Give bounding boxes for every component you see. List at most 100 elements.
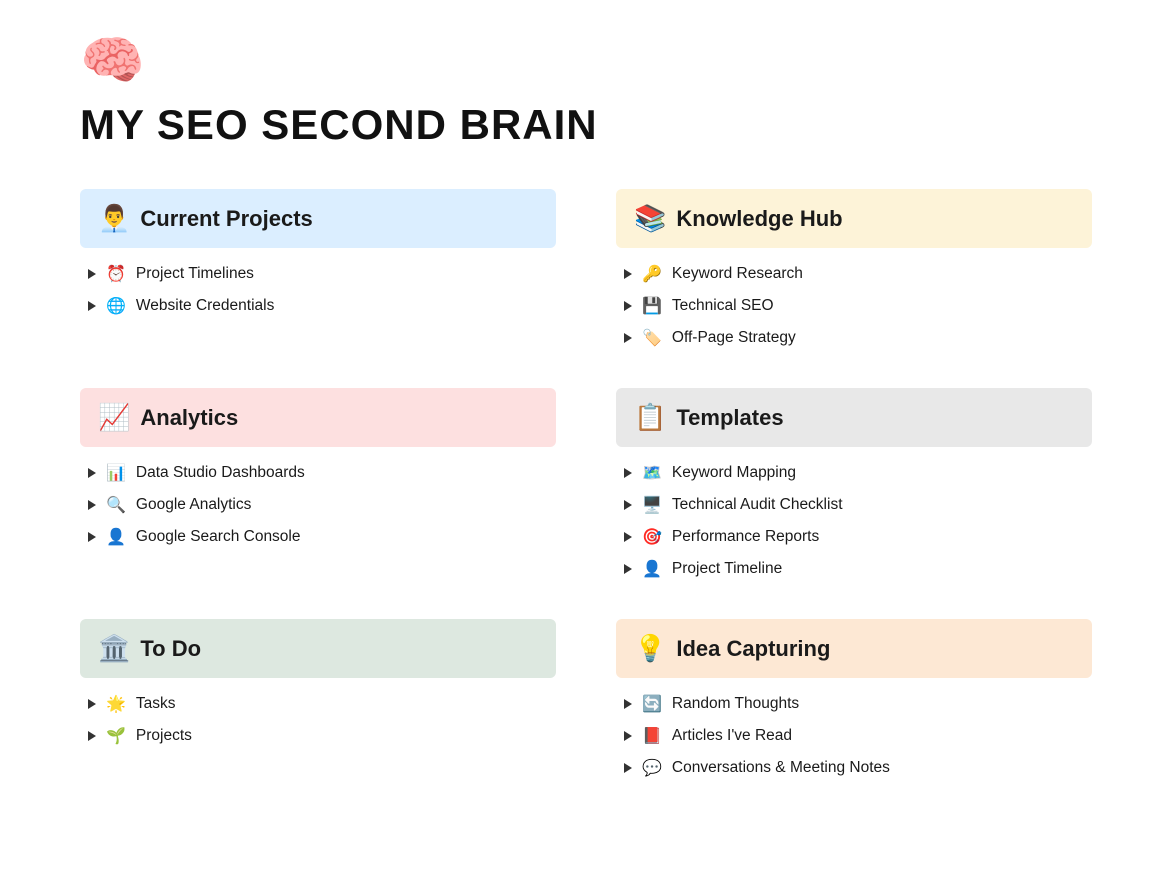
list-item[interactable]: ⏰ Project Timelines xyxy=(88,264,548,284)
item-emoji-icon: 📊 xyxy=(106,463,126,483)
item-emoji-icon: 🌱 xyxy=(106,726,126,746)
card-icon-analytics: 📈 xyxy=(98,402,130,433)
expand-icon[interactable] xyxy=(624,699,632,709)
list-item[interactable]: 🌐 Website Credentials xyxy=(88,296,548,316)
card-icon-current-projects: 👨‍💼 xyxy=(98,203,130,234)
item-emoji-icon: 👤 xyxy=(642,559,662,579)
item-emoji-icon: 💬 xyxy=(642,758,662,778)
expand-icon[interactable] xyxy=(88,500,96,510)
item-label: Google Analytics xyxy=(136,496,251,514)
card-header-todo: 🏛️ To Do xyxy=(80,619,556,678)
card-icon-todo: 🏛️ xyxy=(98,633,130,664)
expand-icon[interactable] xyxy=(88,731,96,741)
card-title-templates: Templates xyxy=(676,405,783,431)
brain-icon: 🧠 xyxy=(80,30,1092,91)
card-header-analytics: 📈 Analytics xyxy=(80,388,556,447)
card-todo: 🏛️ To Do 🌟 Tasks 🌱 Projects xyxy=(80,619,556,778)
card-knowledge-hub: 📚 Knowledge Hub 🔑 Keyword Research 💾 Technica… xyxy=(616,189,1092,348)
item-label: Random Thoughts xyxy=(672,695,799,713)
list-item[interactable]: 🏷️ Off-Page Strategy xyxy=(624,328,1084,348)
item-emoji-icon: 🔍 xyxy=(106,495,126,515)
item-emoji-icon: 👤 xyxy=(106,527,126,547)
item-label: Off-Page Strategy xyxy=(672,329,796,347)
card-header-templates: 📋 Templates xyxy=(616,388,1092,447)
list-item[interactable]: 👤 Google Search Console xyxy=(88,527,548,547)
item-emoji-icon: 🏷️ xyxy=(642,328,662,348)
expand-icon[interactable] xyxy=(624,468,632,478)
card-items-idea-capturing: 🔄 Random Thoughts 📕 Articles I've Read 💬 Conv… xyxy=(616,694,1092,778)
cards-grid: 👨‍💼 Current Projects ⏰ Project Timelines 🌐 We… xyxy=(80,189,1092,778)
card-title-analytics: Analytics xyxy=(140,405,238,431)
list-item[interactable]: 🔑 Keyword Research xyxy=(624,264,1084,284)
card-header-current-projects: 👨‍💼 Current Projects xyxy=(80,189,556,248)
item-emoji-icon: 📕 xyxy=(642,726,662,746)
expand-icon[interactable] xyxy=(88,699,96,709)
card-header-knowledge-hub: 📚 Knowledge Hub xyxy=(616,189,1092,248)
item-label: Articles I've Read xyxy=(672,727,792,745)
card-title-current-projects: Current Projects xyxy=(140,206,312,232)
item-emoji-icon: 🔑 xyxy=(642,264,662,284)
expand-icon[interactable] xyxy=(624,731,632,741)
card-current-projects: 👨‍💼 Current Projects ⏰ Project Timelines 🌐 We… xyxy=(80,189,556,348)
item-label: Keyword Mapping xyxy=(672,464,796,482)
item-emoji-icon: 🖥️ xyxy=(642,495,662,515)
expand-icon[interactable] xyxy=(624,333,632,343)
item-emoji-icon: 💾 xyxy=(642,296,662,316)
card-items-templates: 🗺️ Keyword Mapping 🖥️ Technical Audit Check… xyxy=(616,463,1092,579)
item-label: Keyword Research xyxy=(672,265,803,283)
card-items-knowledge-hub: 🔑 Keyword Research 💾 Technical SEO 🏷️ Off-Pag… xyxy=(616,264,1092,348)
item-label: Tasks xyxy=(136,695,176,713)
list-item[interactable]: 🗺️ Keyword Mapping xyxy=(624,463,1084,483)
item-emoji-icon: 🌟 xyxy=(106,694,126,714)
item-emoji-icon: 🎯 xyxy=(642,527,662,547)
list-item[interactable]: 📊 Data Studio Dashboards xyxy=(88,463,548,483)
expand-icon[interactable] xyxy=(88,468,96,478)
item-label: Project Timelines xyxy=(136,265,254,283)
card-items-todo: 🌟 Tasks 🌱 Projects xyxy=(80,694,556,746)
card-title-todo: To Do xyxy=(140,636,201,662)
card-icon-idea-capturing: 💡 xyxy=(634,633,666,664)
card-header-idea-capturing: 💡 Idea Capturing xyxy=(616,619,1092,678)
item-label: Technical Audit Checklist xyxy=(672,496,843,514)
item-label: Projects xyxy=(136,727,192,745)
item-label: Project Timeline xyxy=(672,560,782,578)
list-item[interactable]: 💬 Conversations & Meeting Notes xyxy=(624,758,1084,778)
expand-icon[interactable] xyxy=(624,500,632,510)
card-items-analytics: 📊 Data Studio Dashboards 🔍 Google Analytics… xyxy=(80,463,556,547)
item-label: Technical SEO xyxy=(672,297,774,315)
list-item[interactable]: 🔍 Google Analytics xyxy=(88,495,548,515)
list-item[interactable]: 💾 Technical SEO xyxy=(624,296,1084,316)
card-analytics: 📈 Analytics 📊 Data Studio Dashboards 🔍 Google… xyxy=(80,388,556,579)
card-items-current-projects: ⏰ Project Timelines 🌐 Website Credentials xyxy=(80,264,556,316)
expand-icon[interactable] xyxy=(624,532,632,542)
item-emoji-icon: ⏰ xyxy=(106,264,126,284)
expand-icon[interactable] xyxy=(624,564,632,574)
card-title-idea-capturing: Idea Capturing xyxy=(676,636,830,662)
item-emoji-icon: 🔄 xyxy=(642,694,662,714)
card-icon-templates: 📋 xyxy=(634,402,666,433)
list-item[interactable]: 👤 Project Timeline xyxy=(624,559,1084,579)
expand-icon[interactable] xyxy=(88,269,96,279)
item-emoji-icon: 🌐 xyxy=(106,296,126,316)
list-item[interactable]: 🌟 Tasks xyxy=(88,694,548,714)
expand-icon[interactable] xyxy=(624,301,632,311)
card-templates: 📋 Templates 🗺️ Keyword Mapping 🖥️ Technical A… xyxy=(616,388,1092,579)
item-label: Data Studio Dashboards xyxy=(136,464,305,482)
item-label: Google Search Console xyxy=(136,528,301,546)
card-idea-capturing: 💡 Idea Capturing 🔄 Random Thoughts 📕 Articles… xyxy=(616,619,1092,778)
expand-icon[interactable] xyxy=(624,269,632,279)
list-item[interactable]: 🎯Performance Reports xyxy=(624,527,1084,547)
list-item[interactable]: 🖥️ Technical Audit Checklist xyxy=(624,495,1084,515)
item-label: Website Credentials xyxy=(136,297,274,315)
card-title-knowledge-hub: Knowledge Hub xyxy=(676,206,842,232)
item-label: Conversations & Meeting Notes xyxy=(672,759,890,777)
expand-icon[interactable] xyxy=(88,532,96,542)
expand-icon[interactable] xyxy=(88,301,96,311)
page-title: MY SEO SECOND BRAIN xyxy=(80,101,1092,149)
card-icon-knowledge-hub: 📚 xyxy=(634,203,666,234)
list-item[interactable]: 🌱 Projects xyxy=(88,726,548,746)
list-item[interactable]: 🔄 Random Thoughts xyxy=(624,694,1084,714)
list-item[interactable]: 📕 Articles I've Read xyxy=(624,726,1084,746)
item-emoji-icon: 🗺️ xyxy=(642,463,662,483)
expand-icon[interactable] xyxy=(624,763,632,773)
